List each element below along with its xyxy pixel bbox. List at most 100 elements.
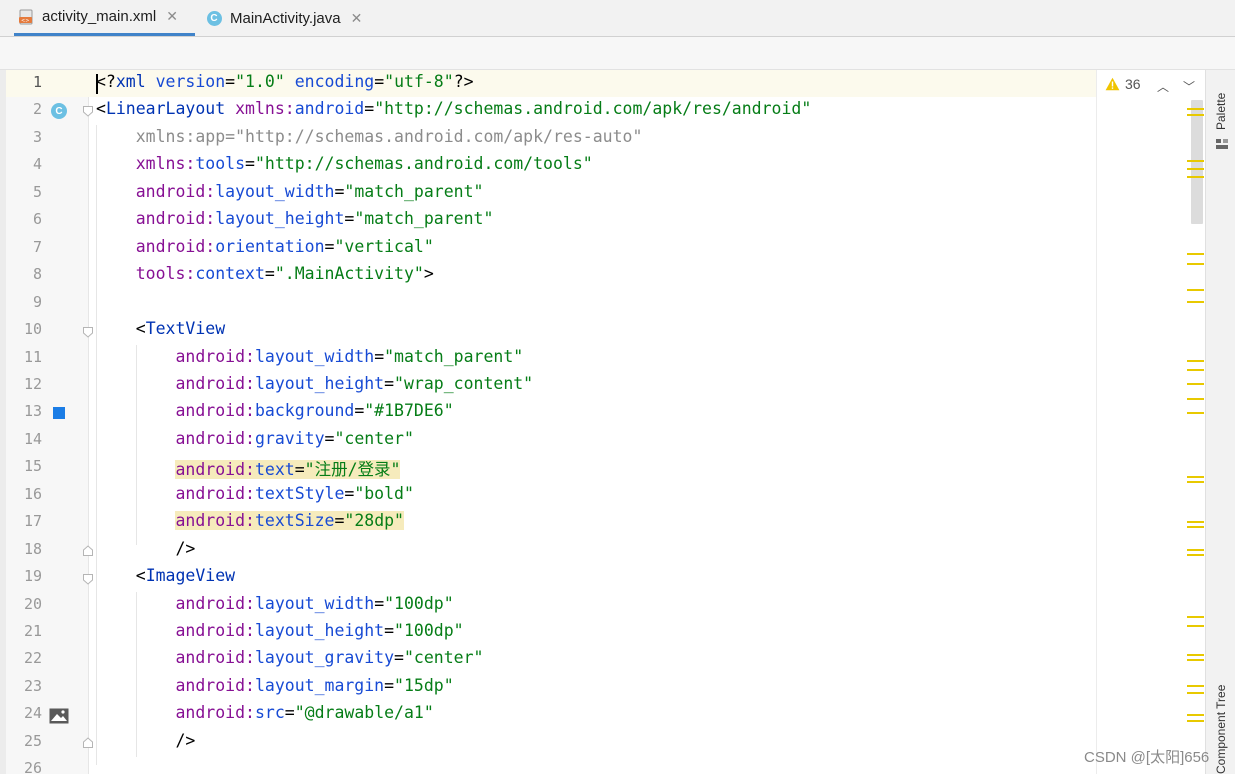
warning-stripe-mark[interactable] [1187,253,1204,255]
warning-stripe-mark[interactable] [1187,263,1204,265]
warning-stripe-mark[interactable] [1187,554,1204,556]
component-tree-panel-label[interactable]: Component Tree [1214,685,1228,774]
warning-stripe-mark[interactable] [1187,398,1204,400]
warning-stripe-mark[interactable] [1187,549,1204,551]
code-line[interactable]: tools:context=".MainActivity"> [96,264,434,283]
warning-stripe-mark[interactable] [1187,481,1204,483]
line-number: 11 [23,347,42,366]
gutter-divider [88,70,89,774]
palette-icon[interactable] [1215,138,1229,150]
code-line[interactable]: android:layout_height="match_parent" [96,209,494,228]
warning-stripe-mark[interactable] [1187,369,1204,371]
code-line[interactable]: android:layout_width="match_parent" [96,182,484,201]
warning-stripe-mark[interactable] [1187,692,1204,694]
warning-stripe-mark[interactable] [1187,476,1204,478]
tab-activity-main-xml[interactable]: <> activity_main.xml ✕ [14,0,195,36]
inspection-widget[interactable]: 36 [1105,76,1141,92]
warning-count: 36 [1125,76,1141,92]
code-line[interactable]: <ImageView [96,566,235,585]
code-line[interactable]: android:layout_height="wrap_content" [96,374,533,393]
text-caret [96,74,98,94]
indent-guide [136,592,137,757]
warning-stripe-mark[interactable] [1187,289,1204,291]
close-icon[interactable]: ✕ [166,8,178,25]
watermark: CSDN @[太阳]656 [1084,749,1210,766]
code-line[interactable]: android:background="#1B7DE6" [96,401,453,420]
line-number: 12 [23,374,42,393]
line-number: 7 [32,237,42,256]
fold-open-icon[interactable] [83,327,93,338]
color-swatch-icon[interactable] [53,407,65,419]
warning-stripe-mark[interactable] [1187,526,1204,528]
indent-guide [96,125,97,765]
warning-stripe-mark[interactable] [1187,176,1204,178]
warning-stripe-mark[interactable] [1187,521,1204,523]
warning-stripe-mark[interactable] [1187,108,1204,110]
line-number: 15 [23,457,42,476]
previous-highlight-icon[interactable]: ︿ [1157,78,1169,95]
warning-stripe-mark[interactable] [1187,412,1204,414]
warning-stripe-mark[interactable] [1187,720,1204,722]
tab-label: activity_main.xml [42,8,157,25]
warning-stripe-mark[interactable] [1187,685,1204,687]
editor-tab-bar: <> activity_main.xml ✕ C MainActivity.ja… [0,0,1235,36]
warning-icon [1105,77,1120,91]
warning-stripe-mark[interactable] [1187,168,1204,170]
warning-stripe-mark[interactable] [1187,654,1204,656]
line-gutter[interactable] [6,70,88,774]
line-number: 4 [32,155,42,174]
close-icon[interactable]: ✕ [351,10,363,27]
code-line[interactable]: android:layout_gravity="center" [96,648,483,667]
line-number: 22 [23,649,42,668]
code-line[interactable]: xmlns:tools="http://schemas.android.com/… [96,154,593,173]
code-line[interactable]: android:textSize="28dp" [96,511,404,531]
code-line[interactable]: /> [96,731,195,750]
code-line[interactable]: <TextView [96,319,225,338]
warning-stripe-mark[interactable] [1187,659,1204,661]
line-number: 10 [23,320,42,339]
editor-toolbar-strip [0,37,1235,69]
code-line[interactable]: android:textStyle="bold" [96,484,413,503]
fold-close-icon[interactable] [83,545,93,556]
code-line[interactable]: android:layout_margin="15dp" [96,676,453,695]
code-line[interactable]: android:text="注册/登录" [96,456,401,480]
warning-stripe-mark[interactable] [1187,616,1204,618]
code-line[interactable]: android:gravity="center" [96,429,413,448]
code-line[interactable]: <?xml version="1.0" encoding="utf-8"?> [96,72,474,91]
code-line[interactable]: android:layout_width="100dp" [96,594,453,613]
image-icon[interactable] [49,708,69,728]
warning-stripe-mark[interactable] [1187,383,1204,385]
scrollbar-thumb[interactable] [1191,100,1203,224]
warning-stripe-mark[interactable] [1187,160,1204,162]
line-number: 24 [23,704,42,723]
line-number: 1 [32,73,42,91]
line-number: 8 [32,265,42,284]
svg-text:<>: <> [21,18,29,24]
line-number: 19 [23,567,42,586]
class-icon[interactable]: C [51,103,67,119]
line-number: 26 [23,759,42,777]
warning-stripe-mark[interactable] [1187,625,1204,627]
warning-stripe-mark[interactable] [1187,301,1204,303]
fold-open-icon[interactable] [83,574,93,585]
code-line[interactable]: <LinearLayout xmlns:android="http://sche… [96,99,811,118]
fold-close-icon[interactable] [83,737,93,748]
code-line[interactable]: android:orientation="vertical" [96,237,434,256]
next-highlight-icon[interactable]: ﹀ [1183,78,1195,95]
code-line[interactable]: /> [96,539,195,558]
tab-mainactivity-java[interactable]: C MainActivity.java ✕ [204,0,380,36]
java-class-icon: C [206,10,222,26]
tab-label: MainActivity.java [230,9,341,27]
warning-stripe-mark[interactable] [1187,114,1204,116]
line-number: 18 [23,539,42,558]
code-line[interactable]: android:layout_height="100dp" [96,621,463,640]
line-number: 5 [32,182,42,201]
code-line[interactable]: xmlns:app="http://schemas.android.com/ap… [96,127,643,146]
palette-panel-label[interactable]: Palette [1214,93,1228,130]
line-number: 13 [23,402,42,421]
code-line[interactable]: android:src="@drawable/a1" [96,703,433,722]
warning-stripe-mark[interactable] [1187,714,1204,716]
fold-open-icon[interactable] [83,106,93,117]
code-line[interactable]: android:layout_width="match_parent" [96,347,523,366]
warning-stripe-mark[interactable] [1187,360,1204,362]
